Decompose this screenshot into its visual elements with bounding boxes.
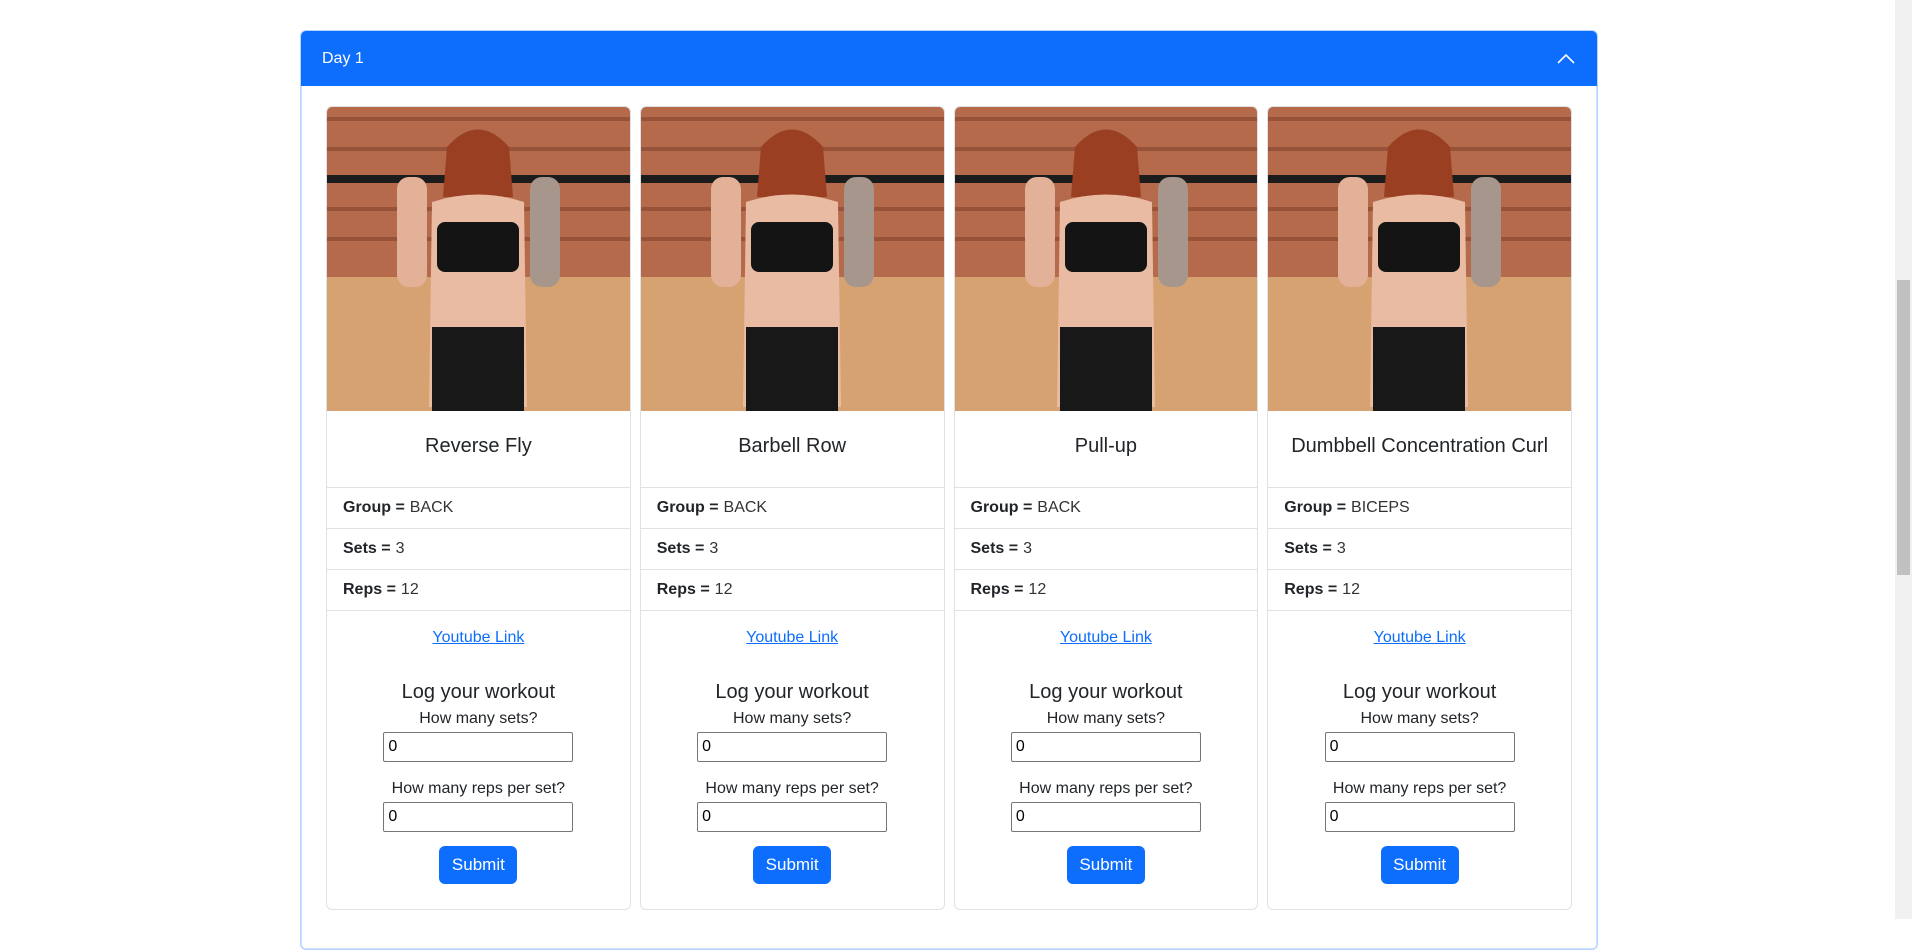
reps-label: Reps = bbox=[1284, 581, 1338, 598]
reps-input[interactable] bbox=[1010, 802, 1201, 832]
reps-label: Reps = bbox=[656, 581, 710, 598]
reps-label: Reps = bbox=[970, 581, 1024, 598]
submit-button[interactable]: Submit bbox=[753, 846, 832, 884]
log-workout-title: Log your workout bbox=[715, 681, 869, 703]
exercise-card: Barbell Row Group = BACK Sets = 3 Reps = 12… bbox=[639, 106, 945, 910]
reps-question-label: How many reps per set? bbox=[1019, 780, 1193, 797]
page-scrollbar[interactable] bbox=[1895, 0, 1912, 919]
submit-button[interactable]: Submit bbox=[1380, 846, 1459, 884]
group-row: Group = BACK bbox=[327, 488, 630, 529]
reps-value: 12 bbox=[714, 581, 733, 598]
exercise-title: Reverse Fly bbox=[327, 411, 630, 488]
reps-value: 12 bbox=[1028, 581, 1047, 598]
group-label: Group = bbox=[343, 499, 405, 516]
exercise-title: Barbell Row bbox=[640, 411, 944, 488]
submit-button[interactable]: Submit bbox=[439, 846, 518, 884]
group-label: Group = bbox=[970, 499, 1033, 516]
sets-input[interactable] bbox=[1324, 732, 1515, 762]
sets-value: 3 bbox=[709, 540, 719, 557]
exercise-title: Dumbbell Concentration Curl bbox=[1268, 411, 1571, 488]
sets-label: Sets = bbox=[1284, 540, 1332, 557]
group-label: Group = bbox=[1284, 499, 1347, 516]
card-body: Youtube Link Log your workout How many s… bbox=[327, 611, 630, 884]
reps-value: 12 bbox=[400, 581, 419, 598]
sets-input[interactable] bbox=[383, 732, 574, 762]
reps-row: Reps = 12 bbox=[640, 570, 944, 611]
group-row: Group = BICEPS bbox=[1268, 488, 1571, 529]
reps-input[interactable] bbox=[1324, 802, 1515, 832]
exercise-photo bbox=[640, 107, 944, 411]
sets-label: Sets = bbox=[656, 540, 705, 557]
reps-input[interactable] bbox=[383, 802, 574, 832]
sets-label: Sets = bbox=[970, 540, 1019, 557]
day-accordion: Day 1 Reverse Fly Group = BACK Sets = 3 … bbox=[300, 30, 1598, 950]
group-value: BACK bbox=[723, 499, 768, 516]
exercise-card: Pull-up Group = BACK Sets = 3 Reps = 12 You… bbox=[953, 106, 1259, 910]
sets-row: Sets = 3 bbox=[640, 529, 944, 570]
group-label: Group = bbox=[656, 499, 719, 516]
sets-value: 3 bbox=[1023, 540, 1032, 557]
sets-value: 3 bbox=[1336, 540, 1346, 557]
group-value: BICEPS bbox=[1351, 499, 1410, 516]
exercise-card-row: Reverse Fly Group = BACK Sets = 3 Reps = 12… bbox=[326, 106, 1572, 910]
sets-question-label: How many sets? bbox=[1046, 710, 1165, 727]
sets-label: Sets = bbox=[343, 540, 391, 557]
youtube-link[interactable]: Youtube Link bbox=[746, 629, 838, 646]
exercise-card: Dumbbell Concentration Curl Group = BICEP… bbox=[1267, 106, 1572, 910]
youtube-link[interactable]: Youtube Link bbox=[432, 629, 524, 646]
reps-input[interactable] bbox=[697, 802, 888, 832]
exercise-photo bbox=[1268, 107, 1572, 411]
chevron-up-icon[interactable] bbox=[1555, 48, 1577, 70]
exercise-title: Pull-up bbox=[954, 411, 1258, 488]
sets-input[interactable] bbox=[1010, 732, 1201, 762]
group-value: BACK bbox=[1037, 499, 1081, 516]
accordion-body: Reverse Fly Group = BACK Sets = 3 Reps = 12… bbox=[301, 86, 1597, 930]
sets-row: Sets = 3 bbox=[1268, 529, 1571, 570]
sets-question-label: How many sets? bbox=[1360, 710, 1479, 727]
sets-value: 3 bbox=[395, 540, 405, 557]
sets-question-label: How many sets? bbox=[732, 710, 852, 727]
card-body: Youtube Link Log your workout How many s… bbox=[955, 611, 1258, 884]
accordion-header-label: Day 1 bbox=[322, 49, 364, 67]
reps-question-label: How many reps per set? bbox=[391, 780, 566, 797]
accordion-header-day-1[interactable]: Day 1 bbox=[301, 31, 1597, 86]
sets-row: Sets = 3 bbox=[327, 529, 630, 570]
card-body: Youtube Link Log your workout How many s… bbox=[1268, 611, 1571, 884]
log-workout-title: Log your workout bbox=[401, 681, 556, 703]
scrollbar-thumb[interactable] bbox=[1897, 280, 1910, 575]
card-body: Youtube Link Log your workout How many s… bbox=[641, 611, 944, 884]
sets-input[interactable] bbox=[697, 732, 888, 762]
exercise-photo bbox=[327, 107, 630, 411]
group-row: Group = BACK bbox=[954, 488, 1258, 529]
group-value: BACK bbox=[409, 499, 454, 516]
reps-question-label: How many reps per set? bbox=[1332, 780, 1507, 797]
youtube-link[interactable]: Youtube Link bbox=[1060, 629, 1152, 646]
submit-button[interactable]: Submit bbox=[1066, 846, 1145, 884]
reps-row: Reps = 12 bbox=[1268, 570, 1571, 611]
reps-label: Reps = bbox=[343, 581, 396, 598]
group-row: Group = BACK bbox=[640, 488, 944, 529]
exercise-card: Reverse Fly Group = BACK Sets = 3 Reps = 12… bbox=[326, 106, 631, 910]
sets-row: Sets = 3 bbox=[954, 529, 1258, 570]
reps-row: Reps = 12 bbox=[954, 570, 1258, 611]
log-workout-title: Log your workout bbox=[1029, 681, 1183, 703]
reps-row: Reps = 12 bbox=[327, 570, 630, 611]
reps-value: 12 bbox=[1342, 581, 1360, 598]
youtube-link[interactable]: Youtube Link bbox=[1374, 629, 1466, 646]
sets-question-label: How many sets? bbox=[419, 710, 538, 727]
log-workout-title: Log your workout bbox=[1342, 681, 1497, 703]
exercise-photo bbox=[954, 107, 1258, 411]
reps-question-label: How many reps per set? bbox=[705, 780, 879, 797]
